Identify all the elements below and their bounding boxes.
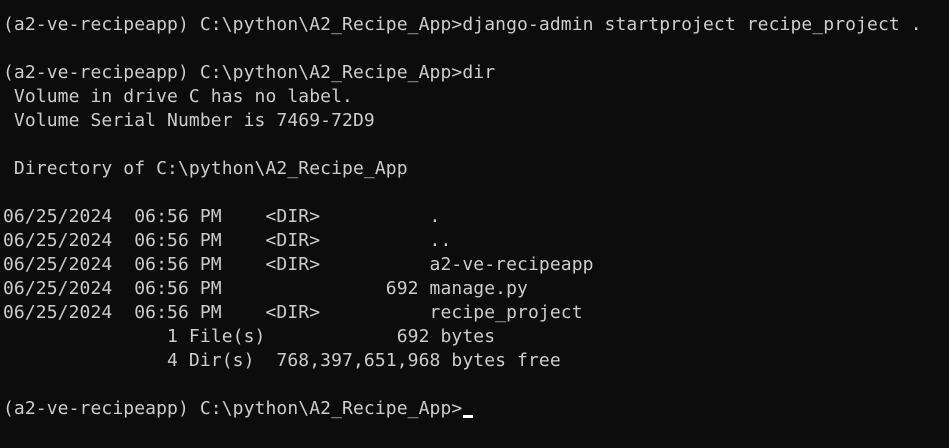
- dir-listing-row: 06/25/2024 06:56 PM <DIR> a2-ve-recipeap…: [3, 254, 594, 275]
- prompt-line[interactable]: (a2-ve-recipeapp) C:\python\A2_Recipe_Ap…: [3, 397, 949, 421]
- output-line: Volume in drive C has no label.: [3, 86, 353, 107]
- dir-summary-files: 1 File(s) 692 bytes: [3, 326, 496, 347]
- output-line: Directory of C:\python\A2_Recipe_App: [3, 158, 408, 179]
- text-cursor: [463, 415, 474, 418]
- command-line: (a2-ve-recipeapp) C:\python\A2_Recipe_Ap…: [3, 14, 922, 35]
- dir-listing-row: 06/25/2024 06:56 PM <DIR> .: [3, 206, 441, 227]
- dir-listing-row: 06/25/2024 06:56 PM <DIR> recipe_project: [3, 302, 583, 323]
- terminal-window[interactable]: (a2-ve-recipeapp) C:\python\A2_Recipe_Ap…: [0, 0, 949, 448]
- dir-summary-dirs: 4 Dir(s) 768,397,651,968 bytes free: [3, 350, 561, 371]
- command-line: (a2-ve-recipeapp) C:\python\A2_Recipe_Ap…: [3, 62, 496, 83]
- output-line: Volume Serial Number is 7469-72D9: [3, 110, 375, 131]
- dir-listing-row: 06/25/2024 06:56 PM <DIR> ..: [3, 230, 452, 251]
- prompt-text: (a2-ve-recipeapp) C:\python\A2_Recipe_Ap…: [3, 398, 463, 419]
- dir-listing-row: 06/25/2024 06:56 PM 692 manage.py: [3, 278, 528, 299]
